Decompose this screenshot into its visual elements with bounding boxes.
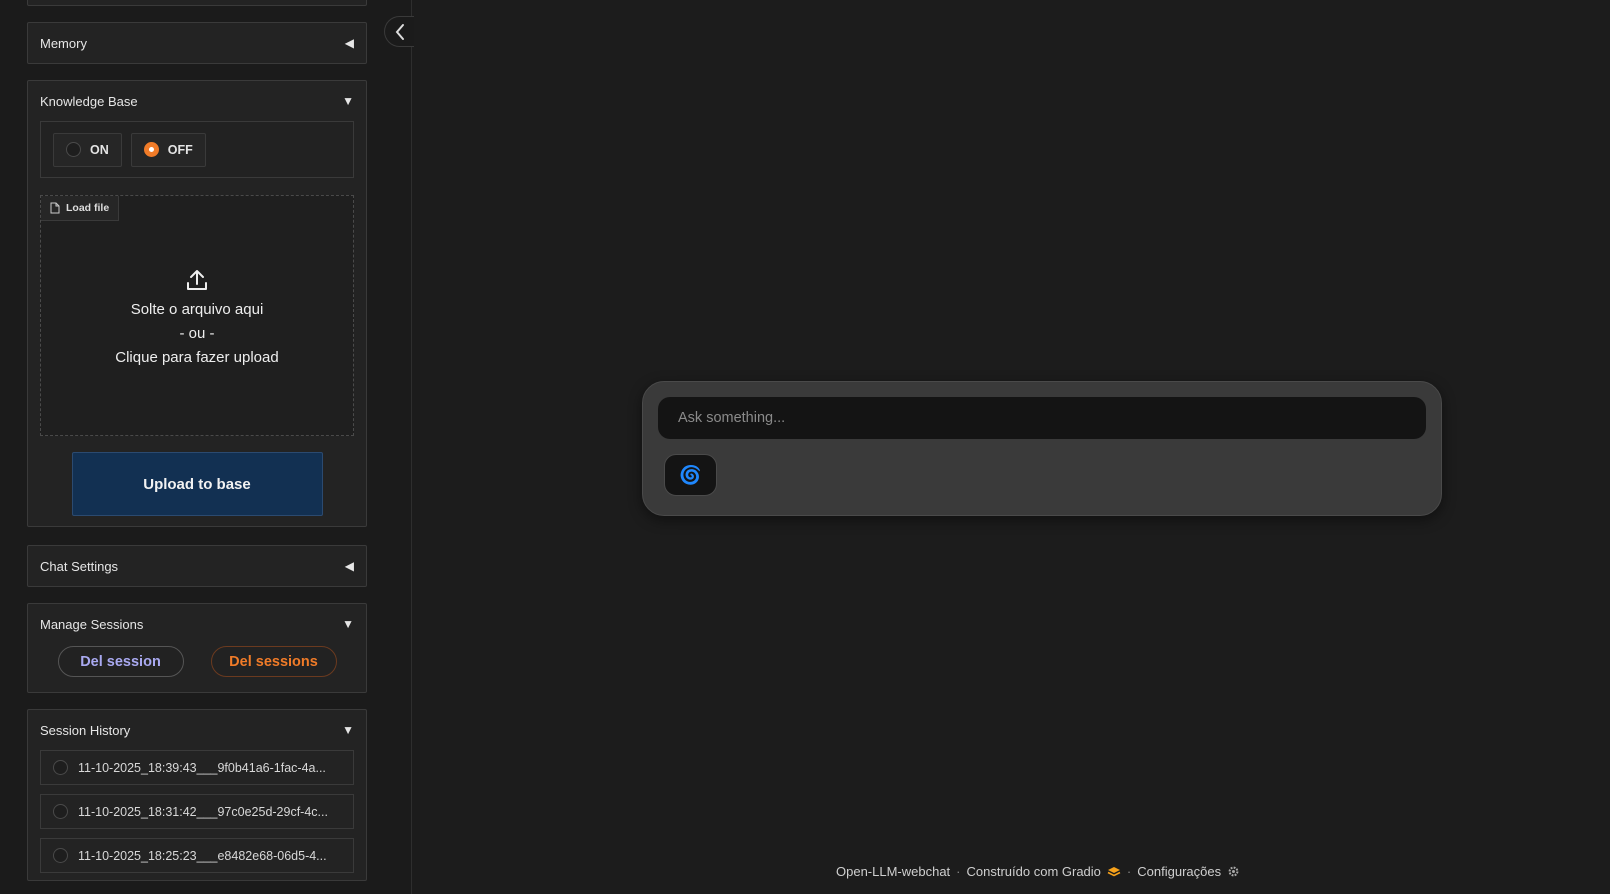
session-history-item[interactable]: 11-10-2025_18:31:42___97c0e25d-29cf-4c..…: [40, 794, 354, 829]
file-dropzone[interactable]: Load file Solte o arquivo aqui - ou - Cl…: [40, 195, 354, 436]
memory-panel: Memory ◀: [27, 22, 367, 64]
collapsed-panel-top: [27, 0, 367, 6]
file-icon: [50, 202, 60, 214]
del-sessions-button[interactable]: Del sessions: [210, 646, 337, 677]
memory-header[interactable]: Memory ◀: [28, 23, 366, 63]
sidebar-collapse-button[interactable]: [384, 16, 414, 47]
drop-content: Solte o arquivo aqui - ou - Clique para …: [41, 268, 353, 370]
session-label: 11-10-2025_18:39:43___9f0b41a6-1fac-4a..…: [78, 760, 326, 775]
radio-off[interactable]: OFF: [130, 132, 206, 167]
session-history-title: Session History: [40, 722, 131, 738]
del-session-button[interactable]: Del session: [57, 646, 184, 677]
radio-off-circle[interactable]: [143, 142, 159, 157]
caret-left-icon: ◀: [344, 559, 354, 573]
sidebar: Memory ◀ Knowledge Base ▼ ON OFF Load fi…: [0, 0, 412, 894]
footer-separator: ·: [956, 864, 961, 879]
ask-input[interactable]: [658, 397, 1426, 439]
upload-to-base-button[interactable]: Upload to base: [71, 452, 323, 516]
caret-down-icon: ▼: [342, 723, 354, 737]
caret-left-icon: ◀: [344, 36, 354, 50]
caret-down-icon: ▼: [342, 617, 354, 631]
session-radio[interactable]: [53, 760, 68, 775]
session-radio[interactable]: [53, 848, 68, 863]
radio-off-label: OFF: [167, 142, 193, 157]
settings-link[interactable]: Configurações: [1137, 864, 1221, 879]
upload-icon: [187, 270, 207, 290]
footer-app-name: Open-LLM-webchat: [836, 864, 951, 879]
memory-title: Memory: [40, 35, 87, 51]
load-file-tag: Load file: [41, 196, 120, 221]
manage-sessions-header[interactable]: Manage Sessions ▼: [28, 604, 366, 644]
knowledge-base-title: Knowledge Base: [40, 93, 138, 109]
manage-sessions-panel: Manage Sessions ▼ Del session Del sessio…: [27, 603, 367, 693]
kb-radio-group: ON OFF: [40, 121, 354, 178]
gear-icon[interactable]: [1227, 865, 1240, 878]
drop-text-3: Clique para fazer upload: [115, 349, 279, 366]
manage-sessions-title: Manage Sessions: [40, 616, 144, 632]
caret-down-icon: ▼: [342, 94, 354, 108]
chat-composer: 🌀: [642, 381, 1442, 516]
chat-settings-header[interactable]: Chat Settings ◀: [28, 546, 366, 586]
session-history-item[interactable]: 11-10-2025_18:39:43___9f0b41a6-1fac-4a..…: [40, 750, 354, 785]
chat-settings-title: Chat Settings: [40, 558, 119, 574]
load-file-label: Load file: [66, 202, 110, 214]
drop-text-2: - ou -: [179, 325, 215, 342]
session-history-item[interactable]: 11-10-2025_18:25:23___e8482e68-06d5-4...: [40, 838, 354, 873]
session-history-header[interactable]: Session History ▼: [28, 710, 366, 750]
session-label: 11-10-2025_18:31:42___97c0e25d-29cf-4c..…: [78, 804, 328, 819]
radio-on-label: ON: [90, 142, 109, 157]
chevron-left-icon: [395, 23, 404, 40]
session-radio[interactable]: [53, 804, 68, 819]
footer-separator: ·: [1126, 864, 1132, 879]
session-history-panel: Session History ▼ 11-10-2025_18:39:43___…: [27, 709, 367, 881]
session-label: 11-10-2025_18:25:23___e8482e68-06d5-4...: [78, 848, 327, 863]
submit-button[interactable]: 🌀: [664, 454, 717, 496]
built-with-gradio-link[interactable]: Construído com Gradio: [967, 864, 1101, 879]
footer: Open-LLM-webchat · Construído com Gradio…: [836, 864, 1240, 879]
session-buttons: Del session Del sessions: [28, 644, 366, 677]
knowledge-base-header[interactable]: Knowledge Base ▼: [28, 81, 366, 121]
radio-on[interactable]: ON: [53, 132, 122, 167]
radio-on-circle[interactable]: [66, 142, 81, 157]
knowledge-base-panel: Knowledge Base ▼ ON OFF Load file Solte …: [27, 80, 367, 527]
chat-settings-panel: Chat Settings ◀: [27, 545, 367, 587]
cyclone-icon: 🌀: [679, 464, 702, 485]
drop-text-1: Solte o arquivo aqui: [130, 301, 264, 318]
gradio-logo-icon: [1107, 866, 1121, 876]
